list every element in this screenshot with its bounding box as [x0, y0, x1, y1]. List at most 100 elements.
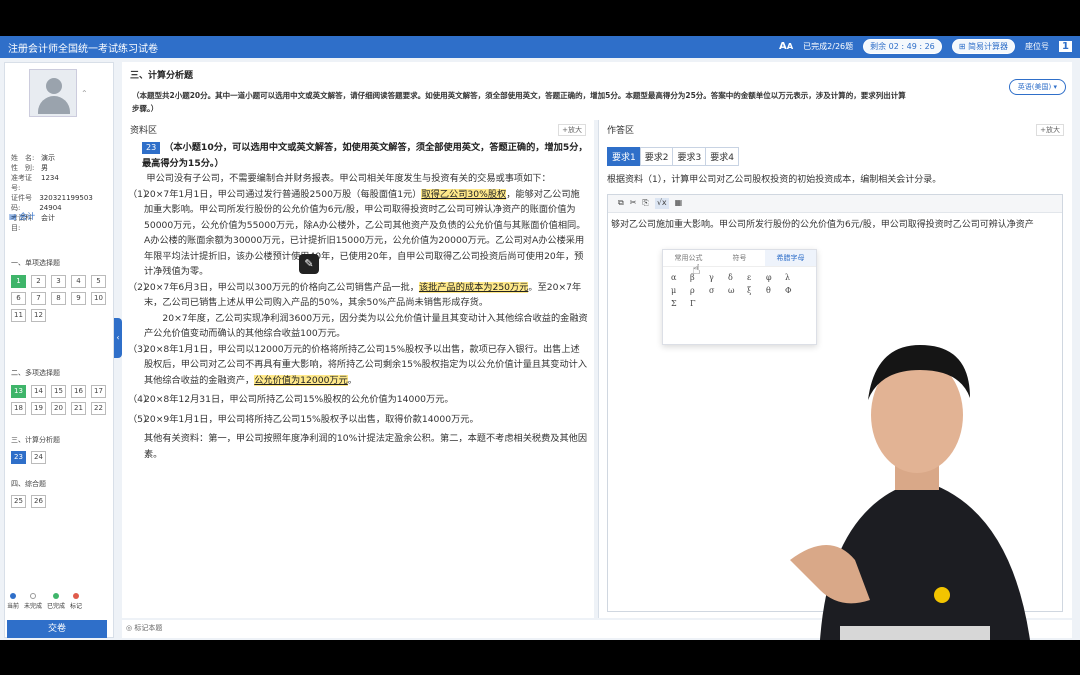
question-button[interactable]: 21 [71, 402, 86, 415]
section-description: （本题型共2小题20分。其中一道小题可以选用中文或英文解答，请仔细阅读答题要求。… [132, 91, 906, 113]
question-button[interactable]: 22 [91, 402, 106, 415]
legend-complete: 已完成 [47, 593, 65, 610]
greek-letter-button[interactable]: ξ [747, 286, 766, 295]
question-button[interactable]: 20 [51, 402, 66, 415]
question-button[interactable]: 6 [11, 292, 26, 305]
question-button[interactable]: 10 [91, 292, 106, 305]
question-intro: （本小题10分，可以选用中文或英文解答，如使用英文解答，须全部使用英文，答题正确… [142, 142, 588, 169]
answer-enlarge-button[interactable]: +放大 [1036, 124, 1064, 136]
greek-letter-button[interactable]: φ [766, 273, 785, 282]
item-text: 。 [347, 374, 357, 386]
collapse-caret-icon[interactable]: ⌃ [81, 89, 88, 98]
item-text: 20×7年6月3日，甲公司以300万元的价格向乙公司销售产品一批， [144, 281, 419, 293]
question-button[interactable]: 5 [91, 275, 106, 288]
question-button[interactable]: 24 [31, 451, 46, 464]
question-button[interactable]: 16 [71, 385, 86, 398]
calculator-button[interactable]: ⊞ 简易计算器 [951, 39, 1016, 54]
greek-letter-button[interactable]: Σ [671, 299, 690, 308]
question-button[interactable]: 18 [11, 402, 26, 415]
item-number: （3） [128, 343, 153, 355]
item-text: 20×8年12月31日，甲公司所持乙公司15%股权的公允价值为14000万元。 [144, 394, 454, 405]
legend-marked: 标记 [70, 593, 82, 610]
material-other-info: 其他有关资料：第一，甲公司按照年度净利润的10%计提法定盈余公积。第二，本题不考… [144, 433, 588, 460]
submit-button[interactable]: 交卷 [7, 620, 107, 638]
popup-tab-greek[interactable]: 希腊字母 [765, 250, 816, 266]
paste-icon[interactable]: ⎘ [642, 198, 648, 209]
font-size-icon[interactable]: AA [779, 41, 793, 52]
field-value: 演示 [41, 154, 55, 162]
language-select[interactable]: 英语(美国) ▾ [1008, 79, 1066, 95]
greek-letter-button[interactable]: μ [671, 286, 690, 295]
question-button[interactable]: 14 [31, 385, 46, 398]
question-button[interactable]: 1 [11, 275, 26, 288]
greek-letter-button[interactable]: γ [709, 273, 728, 282]
popup-tab-formulas[interactable]: 常用公式 [663, 250, 714, 266]
item-text: 20×9年1月1日，甲公司将所持乙公司15%股权予以出售，取得价款14000万元… [144, 413, 479, 425]
question-button[interactable]: 12 [31, 309, 46, 322]
tab-requirement-1[interactable]: 要求1 [607, 147, 641, 166]
greek-letter-button[interactable]: Φ [785, 286, 804, 295]
field-value: 320321199503 24904 [39, 194, 93, 212]
requirement-text: 根据资料（1），计算甲公司对乙公司股权投资的初始投资成本，编制相关会计分录。 [607, 175, 942, 185]
question-grid: 23 24 [11, 451, 107, 464]
material-item-5: （5） 20×9年1月1日，甲公司将所持乙公司15%股权予以出售，取得价款140… [128, 412, 588, 428]
greek-letter-button[interactable]: θ [766, 286, 785, 295]
answer-text[interactable]: 够对乙公司施加重大影响。甲公司所发行股份的公允价值为6元/股，甲公司取得投资时乙… [611, 217, 1059, 233]
material-content: 23 （本小题10分，可以选用中文或英文解答，如使用英文解答，须全部使用英文，答题… [128, 140, 588, 462]
question-button[interactable]: 19 [31, 402, 46, 415]
question-button[interactable]: 2 [31, 275, 46, 288]
greek-letter-button[interactable]: ω [728, 286, 747, 295]
highlighted-text[interactable]: 该批产品的成本为250万元 [418, 281, 529, 293]
question-button[interactable]: 26 [31, 495, 46, 508]
greek-letter-button[interactable]: Γ [690, 299, 709, 308]
question-button[interactable]: 3 [51, 275, 66, 288]
tab-requirement-2[interactable]: 要求2 [639, 147, 674, 166]
field-label: 证件号码: [11, 194, 32, 212]
subject-title: ▤ 会计 [9, 212, 36, 221]
calculator-label: 简易计算器 [968, 42, 1009, 51]
status-legend: 当前 未完成 已完成 标记 [7, 593, 82, 610]
question-button[interactable]: 7 [31, 292, 46, 305]
field-value: 男 [41, 164, 48, 172]
candidate-field: 姓 名: 演示 [11, 153, 113, 163]
section-heading: 四、综合题 [11, 480, 46, 488]
question-button[interactable]: 17 [91, 385, 106, 398]
material-enlarge-button[interactable]: +放大 [558, 124, 586, 136]
greek-letter-button[interactable]: λ [785, 273, 804, 282]
material-item-3: （3） 20×8年1月1日，甲公司以12000万元的价格将所持乙公司15%股权予… [128, 342, 588, 389]
tab-requirement-3[interactable]: 要求3 [672, 147, 707, 166]
greek-letter-button[interactable]: σ [709, 286, 728, 295]
greek-letter-button[interactable]: ρ [690, 286, 709, 295]
language-value: 英语(美国) [1017, 83, 1052, 91]
table-icon[interactable]: ▦ [675, 198, 683, 209]
collapse-panel-button[interactable]: ‹ [114, 318, 122, 358]
cut-icon[interactable]: ✂ [630, 198, 637, 209]
material-paragraph: 20×7年度，乙公司实现净利润3600万元，因分类为以公允价值计量且其变动计入其… [144, 312, 588, 340]
pen-tool-icon[interactable]: ✎ [299, 254, 319, 274]
field-label: 姓 名: [11, 154, 35, 162]
question-button[interactable]: 8 [51, 292, 66, 305]
editor-toolbar: ⧉ ✂ ⎘ √x ▦ [608, 195, 1062, 213]
question-button[interactable]: 25 [11, 495, 26, 508]
seat-number: 1 [1059, 41, 1072, 52]
greek-letter-button[interactable]: δ [728, 273, 747, 282]
popup-tab-symbols[interactable]: 符号 [714, 250, 765, 266]
greek-letter-button[interactable]: α [671, 273, 690, 282]
copy-icon[interactable]: ⧉ [618, 198, 624, 209]
mark-question-button[interactable]: ◎ 标记本题 [126, 623, 162, 633]
question-button[interactable]: 11 [11, 309, 26, 322]
tab-requirement-4[interactable]: 要求4 [705, 147, 739, 166]
question-button[interactable]: 23 [11, 451, 26, 464]
question-button[interactable]: 9 [71, 292, 86, 305]
greek-letter-button[interactable]: ε [747, 273, 766, 282]
section-heading: 二、多项选择题 [11, 369, 60, 377]
question-button[interactable]: 13 [11, 385, 26, 398]
formula-icon[interactable]: √x [654, 198, 669, 209]
avatar-head-icon [46, 78, 62, 94]
highlighted-text[interactable]: 取得乙公司30%股权 [421, 188, 507, 200]
highlighted-text[interactable]: 公允价值为12000万元 [254, 374, 348, 386]
question-number-badge: 23 [142, 142, 161, 154]
field-label: 性 别: [11, 164, 35, 172]
question-button[interactable]: 4 [71, 275, 86, 288]
question-button[interactable]: 15 [51, 385, 66, 398]
